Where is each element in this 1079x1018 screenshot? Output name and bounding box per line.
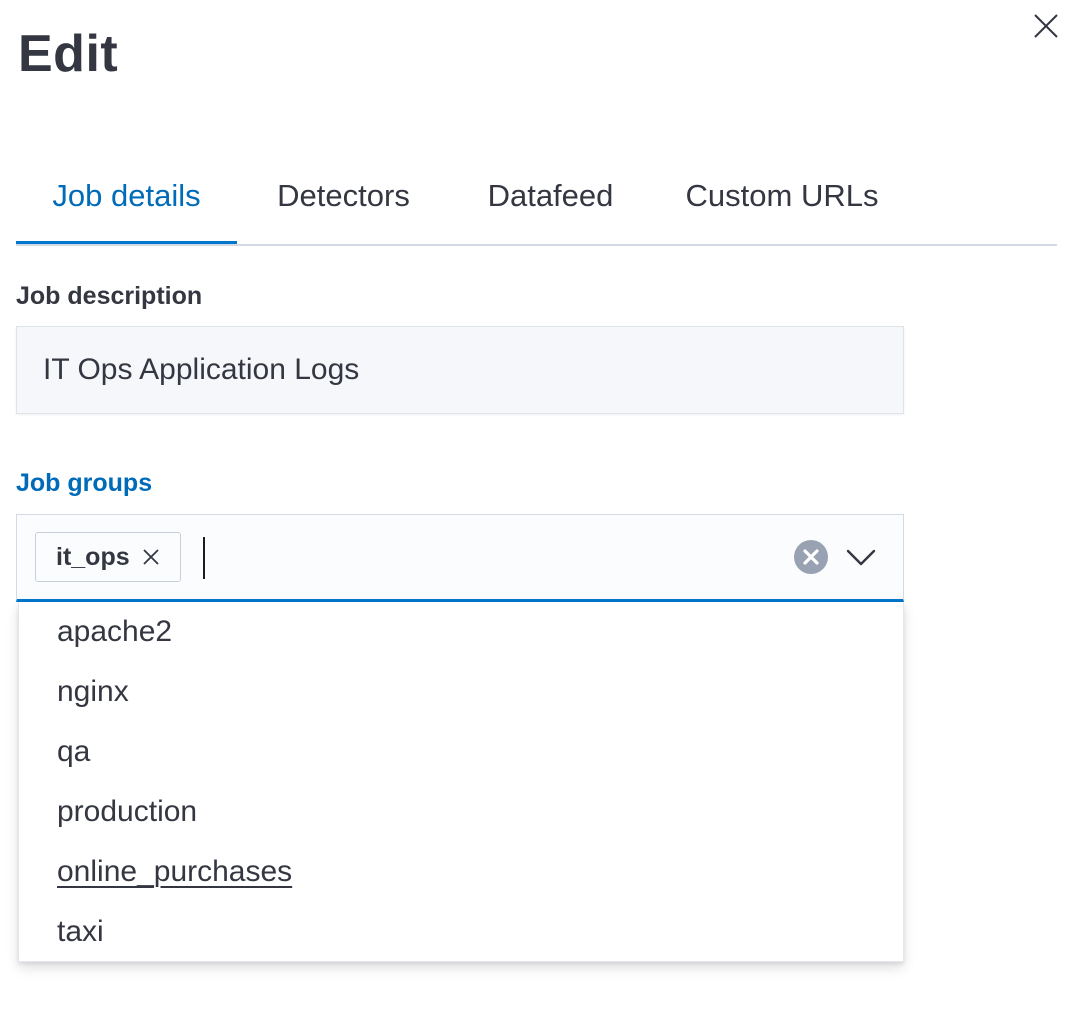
option-qa[interactable]: qa [19,722,903,782]
job-description-input[interactable]: IT Ops Application Logs [16,326,904,414]
edit-job-flyout: Edit Job details Detectors Datafeed Cust… [0,0,1079,1018]
tab-datafeed[interactable]: Datafeed [450,150,651,242]
clear-circle-icon [794,540,828,574]
chevron-down-icon [846,549,876,566]
pill-remove-button[interactable] [142,548,160,566]
tab-custom-urls[interactable]: Custom URLs [651,150,913,242]
selected-group-pill: it_ops [35,532,181,582]
text-cursor [203,537,205,579]
option-online-purchases[interactable]: online_purchases [19,842,903,902]
tab-job-details[interactable]: Job details [16,150,237,244]
option-nginx[interactable]: nginx [19,662,903,722]
option-apache2[interactable]: apache2 [19,602,903,662]
option-taxi[interactable]: taxi [19,902,903,962]
job-groups-label: Job groups [16,469,153,497]
close-icon [142,549,159,565]
job-groups-combobox[interactable]: it_ops [16,514,904,602]
toggle-dropdown-button[interactable] [843,539,879,575]
option-production[interactable]: production [19,782,903,842]
close-button[interactable] [1030,10,1062,42]
pill-label: it_ops [56,542,130,571]
flyout-title: Edit [18,25,119,83]
tab-bar: Job details Detectors Datafeed Custom UR… [16,150,1057,246]
job-groups-options-list: apache2 nginx qa production online_purch… [18,602,904,962]
clear-selection-button[interactable] [793,539,829,575]
tab-detectors[interactable]: Detectors [237,150,450,242]
close-icon [1034,14,1058,38]
job-description-label: Job description [16,282,203,310]
